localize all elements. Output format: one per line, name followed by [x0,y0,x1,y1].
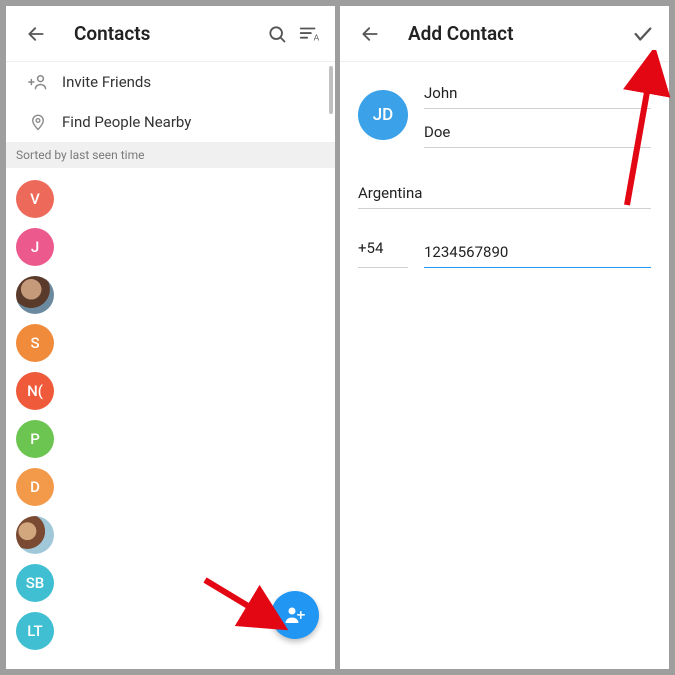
avatar: SB [16,564,54,602]
first-name-input[interactable] [424,78,651,109]
invite-friends-row[interactable]: Invite Friends [6,62,335,102]
country-input[interactable] [358,178,651,209]
avatar: S [16,324,54,362]
add-contact-fab[interactable] [271,591,319,639]
phone-input[interactable] [424,237,651,268]
invite-icon [24,72,52,92]
add-contact-form: JD [340,62,669,268]
contacts-title: Contacts [74,22,261,45]
avatar [16,516,54,554]
back-icon[interactable] [354,18,386,50]
avatar: LT [16,612,54,650]
contact-row[interactable] [16,512,335,558]
avatar [16,276,54,314]
sort-header: Sorted by last seen time [6,142,335,168]
scrollbar-thumb[interactable] [329,66,333,114]
phone-row [358,229,651,268]
dial-code-input[interactable] [358,229,408,268]
location-icon [24,112,52,132]
contact-row[interactable]: D [16,464,335,510]
name-block: JD [358,78,651,148]
contacts-screen: Contacts A Invite Friends Find People Ne… [6,6,335,669]
contact-row[interactable] [16,272,335,318]
search-icon[interactable] [261,18,293,50]
contact-row[interactable]: V [16,176,335,222]
contact-row[interactable]: P [16,416,335,462]
add-contact-appbar: Add Contact [340,6,669,62]
last-name-input[interactable] [424,117,651,148]
avatar: D [16,468,54,506]
add-contact-screen: Add Contact JD [340,6,669,669]
contacts-list-wrap: Invite Friends Find People Nearby Sorted… [6,62,335,669]
contacts-appbar: Contacts A [6,6,335,62]
find-nearby-row[interactable]: Find People Nearby [6,102,335,142]
avatar: JD [358,90,408,140]
svg-text:A: A [314,33,320,42]
confirm-icon[interactable] [627,18,659,50]
back-icon[interactable] [20,18,52,50]
nearby-label: Find People Nearby [62,113,191,131]
contact-row[interactable]: S [16,320,335,366]
avatar: J [16,228,54,266]
contact-row[interactable]: N( [16,368,335,414]
avatar: N( [16,372,54,410]
avatar: P [16,420,54,458]
avatar: V [16,180,54,218]
sort-icon[interactable]: A [293,18,325,50]
contact-row[interactable]: J [16,224,335,270]
add-contact-title: Add Contact [408,22,627,45]
invite-label: Invite Friends [62,73,151,91]
